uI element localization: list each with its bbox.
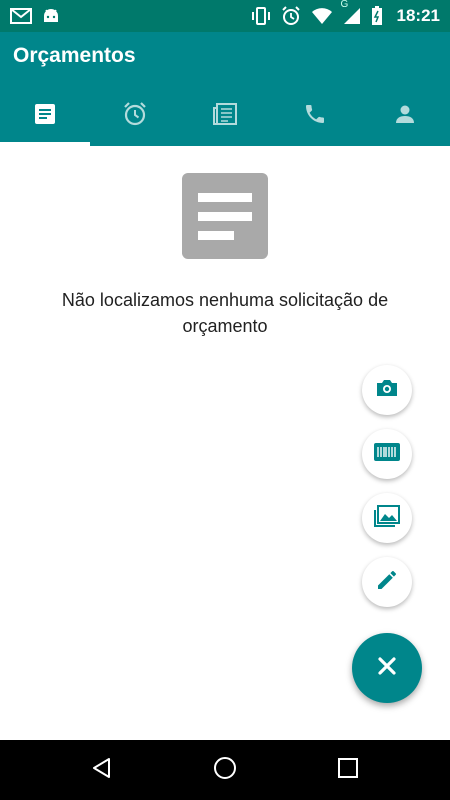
gallery-button[interactable] [362,493,412,543]
alarm-clock-icon [122,101,148,127]
pencil-icon [375,568,399,597]
app-screen: G 18:21 Orçamentos Não localizamos nenhu… [0,0,450,800]
signal-icon: G [341,0,361,25]
android-icon [42,8,60,24]
status-left [10,8,60,24]
system-nav-bar [0,740,450,800]
phone-icon [303,102,327,126]
close-icon [377,656,397,681]
camera-button[interactable] [362,365,412,415]
tab-alarms[interactable] [90,82,180,146]
write-button[interactable] [362,557,412,607]
back-icon [91,757,113,784]
tab-news[interactable] [180,82,270,146]
document-icon [33,102,57,126]
document-lines-icon [182,173,268,259]
status-time: 18:21 [396,6,440,25]
alarm-icon [281,6,301,26]
home-icon [213,756,237,785]
network-type-label: G [340,0,349,10]
tab-profile[interactable] [360,82,450,146]
gmail-icon [10,8,32,24]
illus-line [198,192,252,202]
app-bar: Orçamentos [0,32,450,146]
close-menu-button[interactable] [352,633,422,703]
wifi-icon [311,7,333,25]
battery-icon [371,6,383,26]
recents-icon [337,757,359,784]
empty-state-message: Não localizamos nenhuma solicitação de o… [61,290,389,336]
status-right: G 18:21 [251,0,440,26]
home-button[interactable] [200,745,250,795]
recents-button[interactable] [323,745,373,795]
vibrate-icon [251,7,271,25]
tab-orcamentos[interactable] [0,82,90,146]
page-title: Orçamentos [13,44,136,67]
camera-icon [375,378,399,403]
illus-line [198,230,234,240]
barcode-button[interactable] [362,429,412,479]
tab-bar [0,82,450,146]
barcode-icon [374,442,400,466]
tab-contact[interactable] [270,82,360,146]
illus-line [198,211,252,221]
person-icon [393,102,417,126]
back-button[interactable] [77,745,127,795]
status-bar: G 18:21 [0,0,450,32]
image-icon [374,504,400,532]
newspaper-icon [212,102,238,126]
